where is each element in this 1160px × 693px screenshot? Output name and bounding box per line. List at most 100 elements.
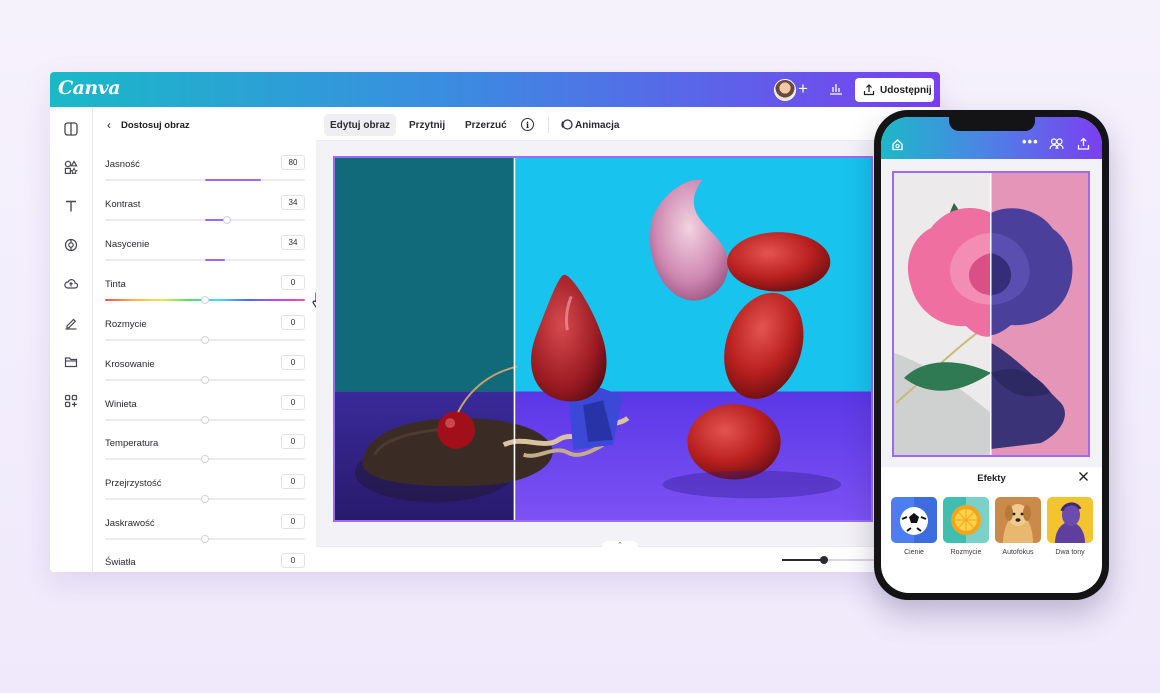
effect-label: Rozmycie [950, 549, 982, 556]
adjustment-crossprocess: Krosowanie 0 [105, 355, 305, 399]
selected-photo[interactable] [333, 156, 873, 522]
brand-icon[interactable] [62, 236, 80, 254]
share-button[interactable]: Udostępnij [855, 78, 934, 102]
adjustment-label: Przejrzystość [105, 478, 162, 489]
effect-blur[interactable]: Rozmycie [943, 497, 989, 556]
side-rail [50, 107, 93, 572]
slider-thumb[interactable] [201, 296, 209, 304]
apps-icon[interactable] [62, 392, 80, 410]
peony-photo [894, 173, 1088, 455]
effect-label: Autofokus [1002, 549, 1034, 556]
insights-icon[interactable] [829, 81, 843, 95]
adjustment-label: Nasycenie [105, 239, 150, 250]
slider-fill [205, 259, 225, 261]
canva-logo[interactable]: Canva [58, 77, 121, 99]
share-people-icon[interactable] [1049, 137, 1064, 151]
adjustment-vibrance: Jaskrawość 0 [105, 514, 305, 558]
adjustment-value-input[interactable]: 0 [281, 474, 305, 489]
adjustment-vignette: Winieta 0 [105, 395, 305, 439]
selected-flower-photo[interactable] [892, 171, 1090, 457]
adjustment-contrast: Kontrast 34 [105, 195, 305, 239]
adjustment-blur: Rozmycie 0 [105, 315, 305, 359]
draw-icon[interactable] [62, 314, 80, 332]
adjustment-slider[interactable] [105, 376, 305, 384]
adjustment-slider[interactable] [105, 179, 305, 181]
slider-fill [205, 179, 261, 181]
share-label: Udostępnij [880, 84, 932, 96]
flip-button[interactable]: Przerzuć [459, 114, 513, 136]
adjustment-value-input[interactable]: 0 [281, 553, 305, 568]
top-bar: Canva + Udostępnij [50, 72, 940, 107]
adjustment-slider[interactable] [105, 259, 305, 261]
upload-icon[interactable] [1077, 137, 1090, 150]
share-icon [863, 84, 875, 96]
adjustment-value-input[interactable]: 0 [281, 434, 305, 449]
adjustment-slider[interactable] [105, 416, 305, 424]
edit-image-button[interactable]: Edytuj obraz [324, 114, 397, 136]
slider-thumb[interactable] [223, 216, 231, 224]
adjustment-temperature: Temperatura 0 [105, 434, 305, 478]
adjustment-value-input[interactable]: 0 [281, 315, 305, 330]
adjustment-value-input[interactable]: 34 [281, 235, 305, 250]
animate-button[interactable]: Animacja [571, 114, 625, 136]
adjustment-tint: Tinta 0 [105, 275, 305, 319]
adjust-panel: ‹ Dostosuj obraz Jasność 80 Kontrast 34 … [93, 107, 328, 572]
zoom-fill [782, 559, 824, 561]
slider-thumb[interactable] [201, 336, 209, 344]
editor-window: Canva + Udostępnij ‹ Dostosuj obraz Jasn… [50, 72, 940, 572]
zoom-thumb[interactable] [820, 556, 828, 564]
adjustment-value-input[interactable]: 0 [281, 395, 305, 410]
effect-thumbnail [995, 497, 1041, 543]
adjustment-value-input[interactable]: 34 [281, 195, 305, 210]
adjustment-slider[interactable] [105, 535, 305, 543]
info-icon[interactable]: i [521, 118, 534, 131]
elements-icon[interactable] [62, 158, 80, 176]
text-icon[interactable] [62, 197, 80, 215]
folder-icon[interactable] [62, 353, 80, 371]
effect-duotone[interactable]: Dwa tony [1047, 497, 1093, 556]
close-icon[interactable] [1078, 471, 1089, 482]
uploads-icon[interactable] [62, 275, 80, 293]
adjustment-clarity: Przejrzystość 0 [105, 474, 305, 518]
adjustment-label: Rozmycie [105, 319, 147, 330]
adjustment-saturation: Nasycenie 34 [105, 235, 305, 279]
adjustment-label: Jasność [105, 159, 140, 170]
home-icon[interactable] [891, 138, 904, 151]
slider-thumb[interactable] [201, 455, 209, 463]
adjustment-slider[interactable] [105, 495, 305, 503]
adjustment-slider[interactable] [105, 336, 305, 344]
slider-thumb[interactable] [201, 376, 209, 384]
adjustment-value-input[interactable]: 80 [281, 155, 305, 170]
phone-screen: ••• Efekty Cienie Rozmycie Autofokus Dwa… [881, 117, 1102, 593]
slider-thumb[interactable] [201, 495, 209, 503]
effect-thumbnail [891, 497, 937, 543]
slider-thumb[interactable] [201, 416, 209, 424]
avatar[interactable] [774, 79, 796, 101]
adjustment-slider[interactable] [105, 455, 305, 463]
canvas-area [316, 141, 940, 572]
crop-button[interactable]: Przytnij [403, 114, 451, 136]
effect-label: Cienie [904, 549, 924, 556]
slider-thumb[interactable] [201, 535, 209, 543]
tint-slider[interactable] [105, 296, 305, 304]
image-toolbar: Edytuj obraz Przytnij Przerzuć i Animacj… [316, 107, 940, 141]
more-options-icon[interactable]: ••• [1022, 134, 1039, 149]
collapse-chevron-icon[interactable]: ⌃ [602, 541, 638, 551]
effect-autofocus[interactable]: Autofokus [995, 497, 1041, 556]
adjustment-label: Winieta [105, 399, 137, 410]
adjustment-value-input[interactable]: 0 [281, 514, 305, 529]
back-chevron-icon[interactable]: ‹ [107, 118, 111, 132]
adjustment-value-input[interactable]: 0 [281, 275, 305, 290]
adjustment-label: Krosowanie [105, 359, 155, 370]
effect-shadows[interactable]: Cienie [891, 497, 937, 556]
layout-icon[interactable] [62, 120, 80, 138]
adjustment-value-input[interactable]: 0 [281, 355, 305, 370]
adjustment-brightness: Jasność 80 [105, 155, 305, 199]
adjustment-label: Temperatura [105, 438, 159, 449]
adjustment-slider[interactable] [105, 216, 305, 224]
phone-canvas [881, 159, 1102, 467]
add-collaborator-icon[interactable]: + [798, 78, 808, 100]
adjustment-label: Kontrast [105, 199, 141, 210]
panel-title: Dostosuj obraz [121, 119, 190, 131]
panel-header[interactable]: ‹ Dostosuj obraz [107, 118, 190, 132]
